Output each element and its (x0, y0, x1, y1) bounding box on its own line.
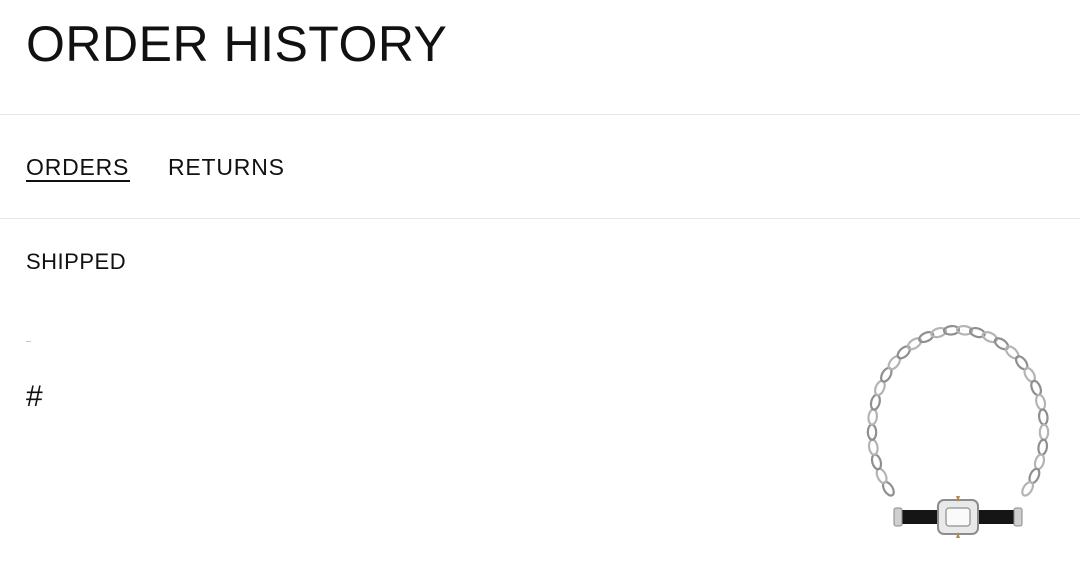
chain-link (867, 408, 879, 426)
chain-link (1033, 453, 1046, 471)
active-tab-indicator (26, 180, 130, 182)
necklace-icon (866, 324, 1050, 538)
chain-link (993, 337, 1010, 351)
tab-bar: ORDERS RETURNS (0, 115, 1080, 219)
chain-link (896, 345, 912, 360)
chain-link (1037, 408, 1049, 426)
chain-link (1038, 423, 1050, 441)
chain-link (1037, 438, 1049, 456)
chain-link (867, 438, 879, 456)
chain-link (1035, 393, 1047, 411)
chain-link (1004, 345, 1020, 360)
strap-left (900, 510, 940, 524)
product-image-necklace[interactable] (858, 318, 1058, 548)
chain-link (1030, 379, 1042, 397)
order-number[interactable]: # (26, 380, 43, 414)
buckle-icon (937, 496, 979, 538)
order-history-page: ORDER HISTORY ORDERS RETURNS SHIPPED # (0, 0, 1080, 588)
strap-right (976, 510, 1016, 524)
chain-link (887, 355, 902, 371)
page-title: ORDER HISTORY (26, 16, 448, 72)
chain-link (1021, 480, 1035, 497)
tab-returns[interactable]: RETURNS (168, 153, 285, 181)
chain-link (869, 393, 881, 411)
chain-link (866, 423, 878, 441)
tab-orders[interactable]: ORDERS (26, 153, 129, 181)
page-header: ORDER HISTORY (0, 0, 1080, 115)
order-status-label: SHIPPED (26, 249, 127, 274)
chain-link (906, 337, 923, 351)
divider-mark (26, 341, 31, 342)
chain-link (870, 453, 883, 471)
